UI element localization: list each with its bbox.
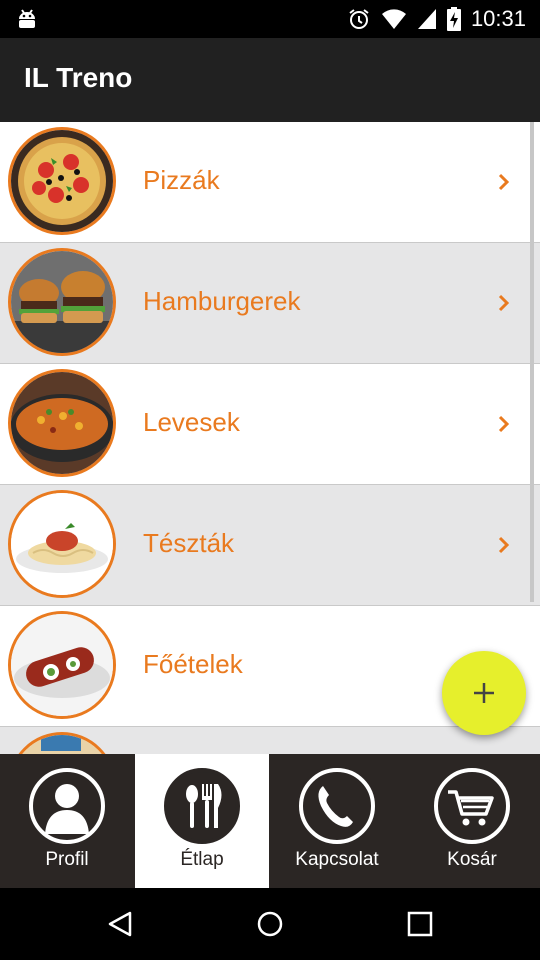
cart-icon [434,768,510,844]
battery-charging-icon [446,7,461,31]
chevron-right-icon [498,536,510,554]
add-fab-button[interactable] [442,651,526,735]
menu-item-label: Levesek [143,407,240,437]
plus-icon [474,683,494,703]
app-title: IL Treno [24,62,133,93]
chevron-right-icon [498,294,510,312]
recents-icon[interactable] [407,911,433,937]
tab-label: Kosár [447,849,497,870]
tab-kapcsolat[interactable]: Kapcsolat [270,754,404,888]
food-image [8,732,116,754]
pizza-image [8,127,116,235]
tab-profil[interactable]: Profil [0,754,134,888]
phone-icon [299,768,375,844]
tab-etlap[interactable]: Étlap [135,754,269,888]
menu-item-hamburgerek[interactable]: Hamburgerek [0,243,540,364]
person-icon [29,768,105,844]
pasta-image [8,490,116,598]
home-icon[interactable] [256,910,284,938]
scrollbar[interactable] [530,122,534,602]
cutlery-icon [164,768,240,844]
soup-image [8,369,116,477]
menu-item-partial[interactable] [0,727,540,754]
status-bar: 10:31 [0,0,540,38]
hamburger-image [8,248,116,356]
menu-item-label: Tészták [143,528,235,558]
menu-item-pizzak[interactable]: Pizzák [0,122,540,243]
menu-item-label: Hamburgerek [143,286,301,316]
menu-item-label: Pizzák [143,165,220,195]
signal-icon [417,9,436,29]
app-bar: IL Treno [0,38,540,122]
menu-item-tesztak[interactable]: Tészták [0,485,540,606]
navigation-bar [0,888,540,960]
tab-label: Étlap [180,849,224,870]
alarm-icon [349,9,369,29]
main-dish-image [8,611,116,719]
bottom-tab-bar: Profil Étlap Kapcsolat Kosár [0,754,540,888]
status-time: 10:31 [470,6,526,31]
tab-label: Profil [45,849,89,870]
tab-label: Kapcsolat [295,849,379,870]
wifi-icon [381,9,406,29]
chevron-right-icon [498,173,510,191]
menu-item-levesek[interactable]: Levesek [0,364,540,485]
back-icon[interactable] [106,910,134,938]
tab-kosar[interactable]: Kosár [405,754,539,888]
android-icon [19,9,35,28]
chevron-right-icon [498,415,510,433]
menu-item-label: Főételek [143,649,243,679]
